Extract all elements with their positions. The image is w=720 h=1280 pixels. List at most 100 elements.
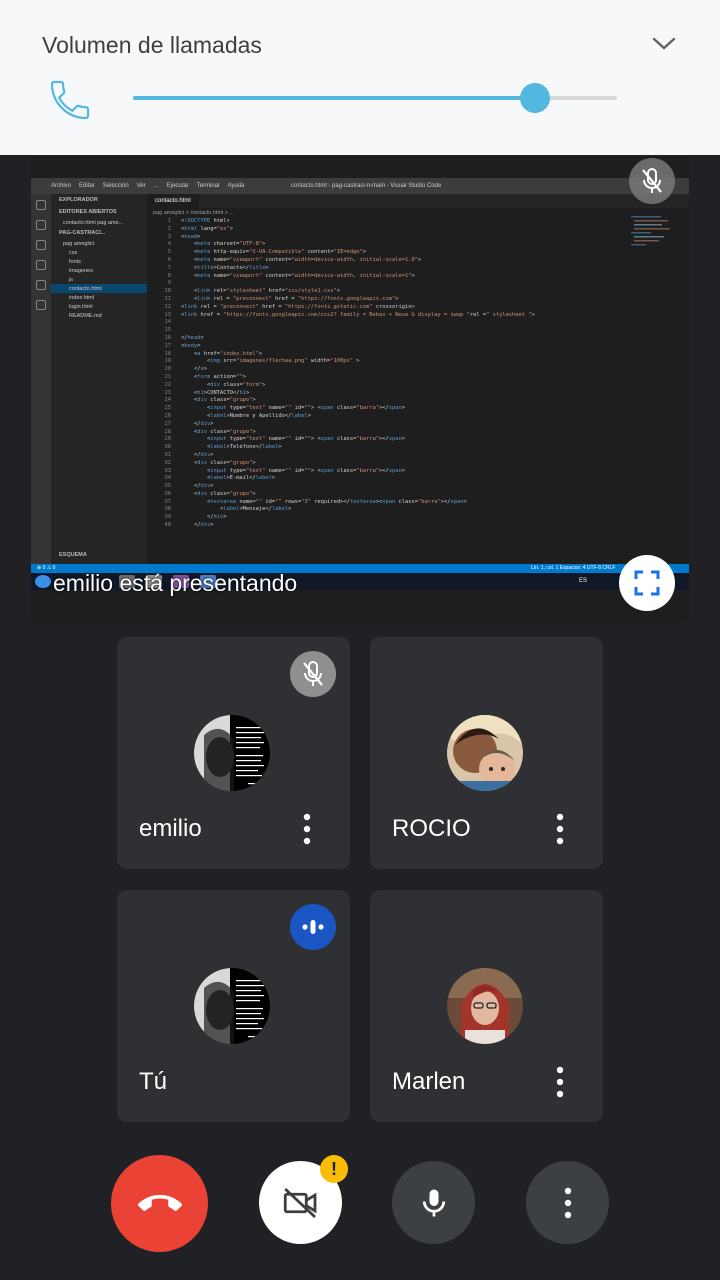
file-tree-item: login.html bbox=[69, 303, 93, 310]
mic-off-icon bbox=[290, 651, 336, 697]
code-line: 36 <div class="grupo"> bbox=[164, 490, 256, 497]
chevron-down-icon[interactable] bbox=[648, 32, 680, 56]
participant-tile-emilio[interactable]: emilio bbox=[117, 637, 350, 869]
code-line: 18 <a href="index.html"> bbox=[164, 350, 263, 357]
code-line: 1 <!DOCTYPE html> bbox=[167, 218, 230, 224]
file-tree-item: README.md bbox=[69, 312, 102, 319]
code-line: 23 <h1>CONTACTO</h1> bbox=[164, 389, 250, 396]
code-line: 19 <img src="imagenes/flechaa.png" width… bbox=[164, 358, 360, 365]
open-editors-title: EDITORES ABIERTOS bbox=[59, 209, 117, 215]
vscode-menu-item: Editar bbox=[79, 183, 95, 189]
taskbar-language: ES bbox=[579, 578, 588, 584]
vscode-menu-item: Ejecutar bbox=[166, 183, 189, 189]
editor-breadcrumb: pag ameglict > contacto.html > ... bbox=[153, 210, 235, 216]
code-line: 13 <link href = "https://fonts.googleapis… bbox=[164, 311, 535, 318]
vscode-menu-item: ... bbox=[153, 183, 159, 189]
minimap bbox=[631, 216, 671, 266]
participant-tile-rocio[interactable]: ROCIO bbox=[370, 637, 603, 869]
more-vert-icon[interactable] bbox=[548, 1062, 572, 1102]
code-line: 16 </head> bbox=[164, 334, 204, 341]
vscode-titlebar: Archivo Editar Selección Ver... Ejecutar Term… bbox=[31, 178, 689, 194]
more-options-button[interactable] bbox=[526, 1161, 609, 1244]
phone-icon bbox=[46, 76, 94, 124]
vscode-menu-item: Selección bbox=[102, 183, 129, 189]
file-tree-item: js bbox=[69, 276, 73, 283]
code-line: 5 <meta http-equiv="X-UA-Compatible" con… bbox=[167, 249, 367, 256]
vscode-menu: Archivo Editar Selección Ver... Ejecutar Term… bbox=[51, 178, 252, 194]
code-line: 22 <div class="form"> bbox=[164, 381, 266, 388]
code-line: 21 <form action=""> bbox=[164, 373, 246, 380]
code-line: 27 </div> bbox=[164, 420, 214, 427]
code-line: 7 <title>Contacto</title> bbox=[167, 264, 269, 271]
code-line: 24 <div class="grupo"> bbox=[164, 397, 256, 404]
participant-name: Marlen bbox=[392, 1068, 466, 1095]
code-line: 2 <html lang="es"> bbox=[167, 225, 233, 232]
fullscreen-button[interactable] bbox=[619, 555, 675, 611]
file-tree-item: contacto.html bbox=[51, 284, 147, 293]
participant-tile-self[interactable]: Tú bbox=[117, 890, 350, 1122]
more-vert-icon[interactable] bbox=[295, 809, 319, 849]
code-line: 32 <div class="grupo"> bbox=[164, 459, 256, 466]
volume-panel-title: Volumen de llamadas bbox=[42, 32, 262, 58]
camera-warning-badge: ! bbox=[320, 1155, 348, 1183]
participant-tile-marlen[interactable]: Marlen bbox=[370, 890, 603, 1122]
fullscreen-icon bbox=[634, 570, 660, 596]
code-line: 9 bbox=[167, 280, 171, 287]
volume-slider[interactable] bbox=[133, 83, 617, 113]
code-area: 1 <!DOCTYPE html> 2 <html lang="es"> 3 <head>… bbox=[147, 218, 689, 530]
speaking-indicator-icon bbox=[290, 904, 336, 950]
code-line: 25 <input type="text" name="" id=""> <sp… bbox=[164, 405, 406, 412]
code-line: 8 <meta name="viewport" content="width=d… bbox=[167, 272, 415, 279]
outline-title: ESQUEMA bbox=[59, 552, 87, 558]
marlen-avatar bbox=[447, 968, 523, 1044]
code-line: 12 <link rel = "preconnect" href = "https… bbox=[164, 303, 415, 310]
call-volume-panel: Volumen de llamadas bbox=[0, 0, 720, 155]
editor-tab: contacto.html bbox=[147, 194, 199, 208]
vscode-activity-bar bbox=[31, 194, 51, 566]
rocio-avatar bbox=[447, 715, 523, 791]
code-line: 14 bbox=[164, 319, 172, 326]
open-editor-item: contacto.html pag ame... bbox=[63, 219, 124, 226]
code-line: 35 </div> bbox=[164, 483, 214, 490]
mic-icon bbox=[422, 1189, 445, 1216]
vscode-menu-item: Terminal bbox=[196, 183, 220, 189]
file-tree-item: index.html bbox=[69, 294, 95, 301]
vscode-explorer: EXPLORADOR EDITORES ABIERTOS contacto.ht… bbox=[51, 194, 147, 566]
file-tree-item: pag ameglict bbox=[63, 240, 95, 247]
code-line: 30 <label>Teléfono</label> bbox=[164, 444, 282, 451]
emilio-avatar bbox=[194, 715, 270, 791]
volume-slider-thumb[interactable] bbox=[519, 83, 550, 113]
self-avatar bbox=[194, 968, 270, 1044]
presenting-label: emilio está presentando bbox=[53, 570, 298, 596]
end-call-icon bbox=[137, 1194, 182, 1211]
project-title: PAG-CASTRACI... bbox=[59, 230, 106, 236]
code-line: 40 </div> bbox=[164, 522, 214, 529]
code-line: 10 <link rel="stylesheet" href="css/styl… bbox=[164, 288, 341, 295]
code-line: 37 <textarea name="" id="" rows="3" requ… bbox=[164, 498, 467, 505]
microphone-button[interactable] bbox=[392, 1161, 475, 1244]
file-tree: pag ameglict css fonts imagenes js contacto.h… bbox=[51, 239, 147, 320]
status-position: Lín. 1, col. 1 Espacios: 4 UTF-8 CRLF bbox=[531, 565, 616, 571]
vscode-window-title: contacto.html - pag-castraci-n-main - Vi… bbox=[291, 183, 442, 189]
code-line: 31 </div> bbox=[164, 451, 214, 458]
code-line: 6 <meta name="viewport" content="width=d… bbox=[167, 256, 422, 263]
participant-name: Tú bbox=[139, 1068, 168, 1095]
code-line: 20 </a> bbox=[164, 366, 207, 373]
code-line: 11 <link rel = "preconnect" href = "http… bbox=[164, 295, 399, 302]
code-line: 34 <label>E-mail</label> bbox=[164, 475, 276, 482]
code-line: 39 </div> bbox=[164, 514, 227, 521]
explorer-title: EXPLORADOR bbox=[59, 197, 98, 203]
volume-slider-fill bbox=[133, 96, 535, 100]
end-call-button[interactable] bbox=[111, 1155, 208, 1252]
code-line: 29 <input type="text" name="" id=""> <sp… bbox=[164, 436, 406, 443]
file-tree-item: fonts bbox=[69, 258, 81, 265]
code-line: 33 <input type="text" name="" id=""> <sp… bbox=[164, 467, 406, 474]
code-line: 17 <body> bbox=[164, 342, 201, 349]
participant-name: ROCIO bbox=[392, 815, 471, 842]
code-line: 38 <label>Mensaje</label> bbox=[164, 506, 292, 513]
code-line: 3 <head> bbox=[167, 233, 201, 240]
more-vert-icon[interactable] bbox=[548, 809, 572, 849]
camera-off-icon bbox=[283, 1187, 316, 1218]
file-tree-item: css bbox=[69, 249, 78, 256]
vscode-menu-item: Ayuda bbox=[227, 183, 245, 189]
